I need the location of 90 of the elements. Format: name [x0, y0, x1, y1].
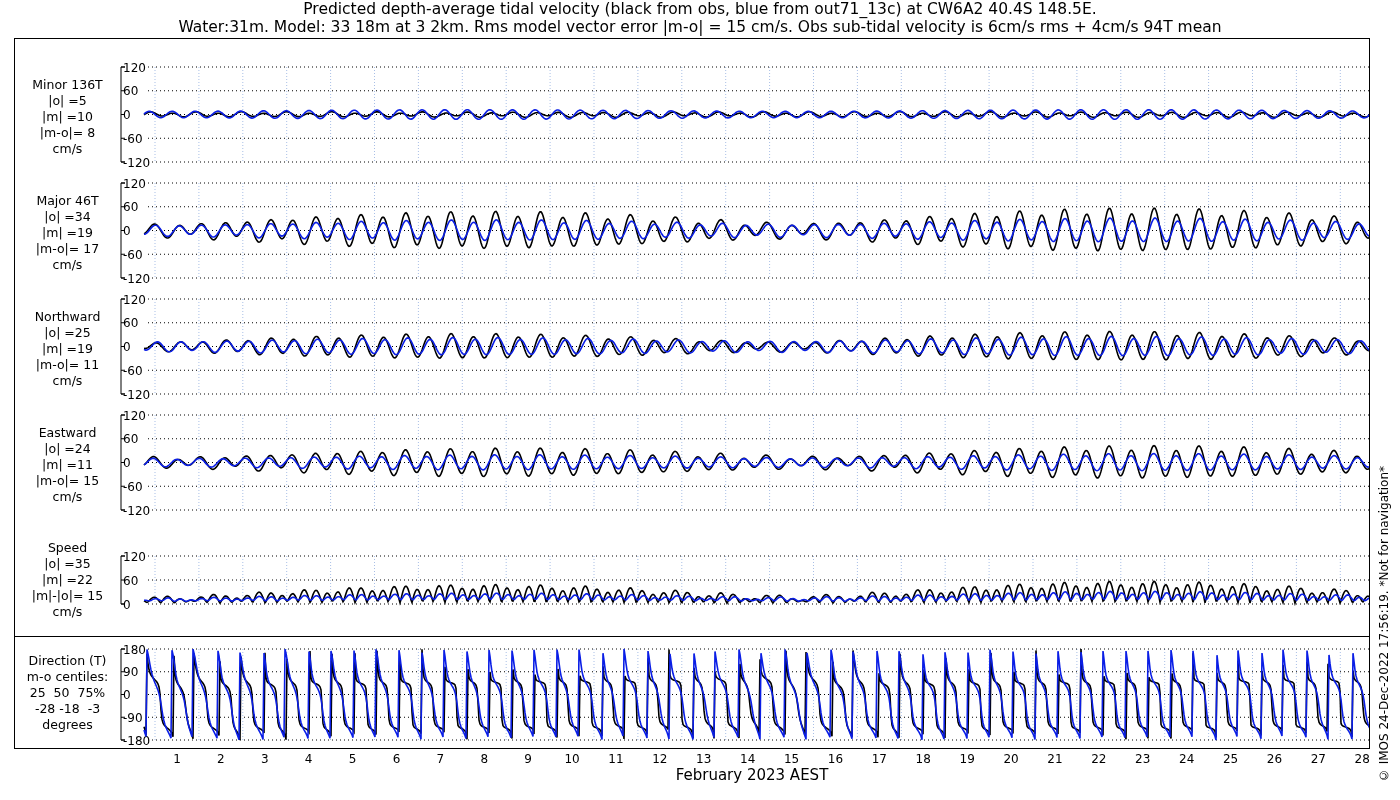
y-tick-label: 60	[123, 84, 139, 99]
y-tick-label: -120	[123, 271, 151, 286]
x-tick-label: 25	[1222, 752, 1239, 766]
x-tick-label: 2	[217, 752, 225, 766]
x-tick-label: 9	[524, 752, 532, 766]
panel-label: cm/s	[52, 603, 83, 620]
x-tick-label: 16	[827, 752, 844, 766]
x-tick-label: 12	[652, 752, 668, 766]
x-tick-label: 11	[608, 752, 624, 766]
x-tick-label: 14	[740, 752, 756, 766]
x-tick-label: 10	[564, 752, 580, 766]
y-tick-label: 0	[123, 224, 131, 238]
panel-label: |o| =34	[44, 209, 91, 225]
panel-label: Direction (T)	[28, 652, 107, 669]
x-tick-label: 18	[915, 752, 931, 766]
y-tick-label: 60	[123, 432, 139, 447]
copyright-notice: © IMOS 24-Dec-2022 17:56:19. *Not for navigation*	[1377, 465, 1391, 782]
x-tick-label: 26	[1266, 752, 1283, 766]
x-tick-label: 5	[348, 752, 357, 766]
x-tick-label: 15	[783, 752, 800, 766]
x-tick-label: 20	[1003, 752, 1019, 766]
panel-label: cm/s	[52, 257, 83, 273]
panel-label: |o| =24	[44, 441, 91, 457]
y-tick-label: -120	[123, 387, 151, 402]
y-tick-label: -60	[123, 247, 143, 262]
y-tick-label: 60	[123, 200, 139, 215]
panel-label: |m-o|= 17	[35, 241, 100, 257]
x-tick-label: 22	[1091, 752, 1107, 766]
x-tick-label: 19	[959, 752, 975, 766]
x-tick-label: 8	[480, 752, 489, 766]
x-tick-label: 13	[696, 752, 712, 766]
panel-label: Speed	[47, 539, 88, 556]
y-tick-label: -120	[123, 503, 151, 518]
y-tick-label: -60	[123, 363, 143, 378]
x-tick-label: 6	[392, 752, 401, 766]
panel-label: degrees	[42, 716, 93, 733]
x-tick-label: 27	[1310, 752, 1326, 766]
y-tick-label: 60	[123, 573, 139, 588]
panel-label: Eastward	[38, 425, 97, 441]
panel-label: |m| =10	[42, 109, 93, 125]
panel-label: Minor 136T	[32, 77, 103, 93]
panel-label: |m| =11	[42, 457, 93, 473]
y-tick-label: 0	[123, 340, 131, 354]
panel-label: |m-o|= 11	[35, 357, 100, 373]
x-axis-label: February 2023 AEST	[675, 767, 829, 783]
y-tick-label: -60	[123, 131, 143, 146]
x-tick-label: 3	[260, 752, 269, 766]
panel-label: |m| =19	[42, 341, 93, 357]
panel-label: |m|-|o|= 15	[31, 587, 104, 604]
y-tick-label: 180	[123, 642, 146, 657]
y-tick-label: 0	[123, 108, 131, 122]
y-tick-label: 90	[123, 665, 139, 680]
y-tick-label: -180	[123, 733, 151, 748]
panel-label: |m| =22	[42, 571, 93, 588]
y-tick-label: 120	[123, 408, 146, 423]
chart-title: Water:31m. Model: 33 18m at 3 2km. Rms model vector error |m-o| = 15 cm/s. Obs sub-tidal velocity is 6cm/s rms + 4cm/s 94T mean	[178, 18, 1222, 36]
y-tick-label: 120	[123, 549, 146, 564]
panel-label: |m-o|= 15	[35, 473, 100, 489]
panel-label: |o| =35	[44, 555, 91, 572]
y-tick-label: 120	[123, 292, 146, 307]
y-tick-label: -60	[123, 479, 143, 494]
x-tick-label: 7	[436, 752, 445, 766]
x-tick-label: 28	[1354, 752, 1370, 766]
panel-label: Major 46T	[36, 193, 99, 209]
x-tick-label: 17	[871, 752, 887, 766]
y-tick-label: 0	[123, 456, 131, 470]
panel-label: |o| =5	[48, 93, 87, 109]
x-tick-label: 1	[173, 752, 181, 766]
panel-label: cm/s	[52, 141, 83, 157]
panel-label: 25 50 75%	[29, 684, 106, 701]
panel-label: Northward	[34, 309, 101, 325]
y-tick-label: -90	[123, 710, 143, 725]
x-tick-label: 24	[1179, 752, 1195, 766]
panel-label: |o| =25	[44, 325, 91, 341]
y-tick-label: 120	[123, 60, 146, 75]
panel-label: cm/s	[52, 373, 83, 389]
x-tick-label: 23	[1135, 752, 1151, 766]
panel-label: m-o centiles:	[26, 668, 109, 685]
y-tick-label: 0	[123, 688, 131, 702]
y-tick-label: 60	[123, 316, 139, 331]
x-tick-label: 4	[304, 752, 313, 766]
x-tick-label: 21	[1047, 752, 1063, 766]
chart-title: Predicted depth-average tidal velocity (black from obs, blue from out71_13c) at CW6A2 40.4S 148.5E.	[303, 0, 1097, 18]
y-tick-label: 0	[123, 597, 131, 612]
y-tick-label: -120	[123, 155, 151, 170]
panel-label: |m-o|= 8	[39, 125, 96, 141]
panel-label: -28 -18 -3	[34, 700, 101, 717]
panel-label: cm/s	[52, 489, 83, 505]
y-tick-label: 120	[123, 176, 146, 191]
panel-label: |m| =19	[42, 225, 93, 241]
